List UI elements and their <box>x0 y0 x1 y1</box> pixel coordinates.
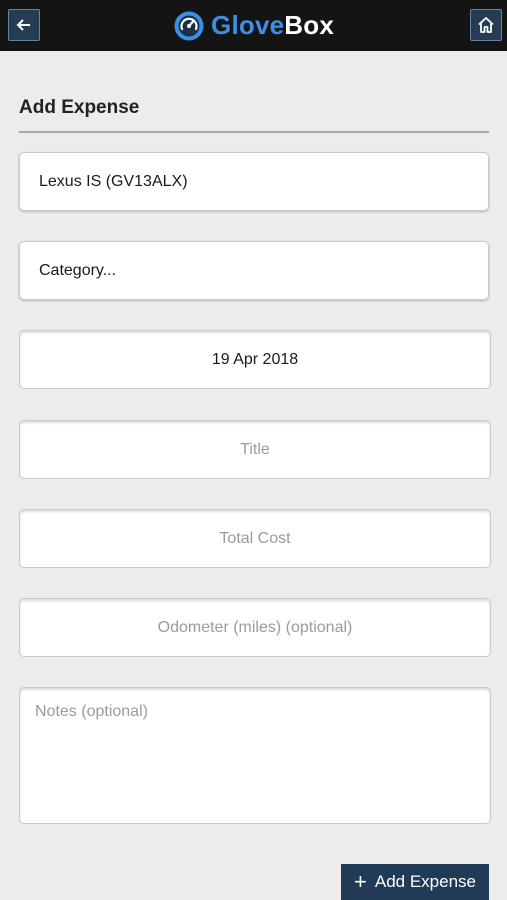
app-title-glove: Glove <box>211 10 285 40</box>
category-select[interactable]: Category... <box>19 241 489 300</box>
title-placeholder: Title <box>240 440 270 458</box>
app-title: GloveBox <box>211 10 334 41</box>
top-bar: GloveBox <box>0 0 507 51</box>
vehicle-select[interactable]: Lexus IS (GV13ALX) <box>19 152 489 211</box>
speedometer-logo-icon <box>174 11 204 40</box>
page-title: Add Expense <box>19 97 140 118</box>
home-button[interactable] <box>470 9 502 41</box>
app-logo: GloveBox <box>0 0 507 51</box>
category-value: Category... <box>39 261 117 279</box>
arrow-left-icon <box>16 19 30 31</box>
app-title-box: Box <box>284 10 334 40</box>
title-input[interactable]: Title <box>19 420 491 479</box>
plus-icon: + <box>354 869 367 894</box>
notes-textarea[interactable]: Notes (optional) <box>19 687 491 824</box>
home-icon <box>478 17 494 33</box>
notes-placeholder: Notes (optional) <box>35 703 148 720</box>
total-cost-placeholder: Total Cost <box>219 529 291 547</box>
date-field[interactable]: 19 Apr 2018 <box>19 330 491 389</box>
title-divider <box>19 131 489 133</box>
add-expense-label: Add Expense <box>374 872 476 891</box>
total-cost-input[interactable]: Total Cost <box>19 509 491 568</box>
add-expense-button[interactable]: + Add Expense <box>341 864 489 900</box>
odometer-placeholder: Odometer (miles) (optional) <box>157 618 353 636</box>
vehicle-value: Lexus IS (GV13ALX) <box>39 172 188 190</box>
date-value: 19 Apr 2018 <box>211 350 299 368</box>
back-button[interactable] <box>8 9 40 41</box>
odometer-input[interactable]: Odometer (miles) (optional) <box>19 598 491 657</box>
